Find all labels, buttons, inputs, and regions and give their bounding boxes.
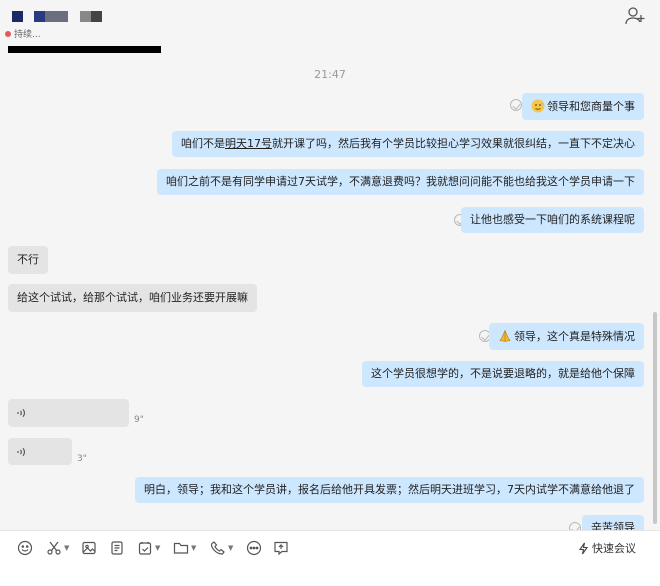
chat-scrollbar[interactable] [653,312,657,524]
voice-message[interactable] [8,438,72,465]
redacted-title-2 [34,11,45,22]
redacted-title-5 [91,11,102,22]
phone-icon[interactable]: ▼ [210,539,233,557]
message-bubble-outgoing[interactable]: 让他也感受一下咱们的系统课程呢 [461,207,644,233]
task-icon[interactable]: ▼ [137,539,160,557]
message-bubble-outgoing[interactable]: 领导和您商量个事 [522,93,644,120]
message-bubble-incoming[interactable]: 给这个试试，给那个试试，咱们业务还要开展嘛 [8,284,257,312]
message-composer[interactable]: ▼ ▼ ▼ ▼ 快速会议 [0,530,660,586]
chat-header: 持续... [0,0,660,46]
sweat-smile-emoji-icon [531,99,545,113]
voice-message[interactable] [8,399,129,427]
chevron-down-icon[interactable]: ▼ [191,544,196,552]
voice-duration: 3" [77,454,87,464]
more-icon[interactable] [246,539,262,557]
message-bubble-outgoing[interactable]: 咱们不是明天17号就开课了吗，然后我有个学员比较担心学习效果就很纠结，一直下不定… [172,131,644,157]
redacted-title-4 [80,11,91,22]
emoji-icon[interactable] [17,539,33,557]
scissors-icon[interactable]: ▼ [46,539,69,557]
add-member-icon[interactable] [624,6,646,26]
chevron-down-icon[interactable]: ▼ [64,544,69,552]
voice-duration: 9" [134,415,144,425]
screen-share-icon[interactable] [273,539,289,557]
message-bubble-outgoing[interactable]: 这个学员很想学的，不是说要退略的，就是给他个保障 [362,361,644,387]
redacted-title-3 [45,11,68,22]
lightning-icon [578,542,589,554]
praying-hands-emoji-icon [499,329,511,342]
message-bubble-outgoing[interactable]: 咱们之前不是有同学申请过7天试学，不满意退费吗？我就想问问能不能也给我这个学员申… [157,169,644,195]
quick-meeting-button[interactable]: 快速会议 [577,540,636,556]
status-dot-icon [5,30,11,37]
redacted-title-1 [12,11,23,22]
read-receipt-icon [510,99,522,111]
image-icon[interactable] [81,539,97,557]
chevron-down-icon[interactable]: ▼ [228,544,233,552]
status-line: 持续... [5,27,41,40]
message-timestamp: 21:47 [314,68,346,81]
message-bubble-outgoing[interactable]: 明白，领导；我和这个学员讲，报名后给他开具发票；然后明天进班学习，7天内试学不满… [135,477,644,503]
redaction-bar [8,46,161,53]
message-bubble-outgoing[interactable]: 领导，这个真是特殊情况 [489,323,644,350]
folder-icon[interactable]: ▼ [173,539,196,557]
document-icon[interactable] [109,539,125,557]
voice-wave-icon [17,408,26,418]
message-bubble-incoming[interactable]: 不行 [8,246,48,274]
date-link[interactable]: 明天17号 [225,137,272,150]
voice-wave-icon [17,447,26,456]
status-text: 持续... [14,30,41,40]
chevron-down-icon[interactable]: ▼ [155,544,160,552]
